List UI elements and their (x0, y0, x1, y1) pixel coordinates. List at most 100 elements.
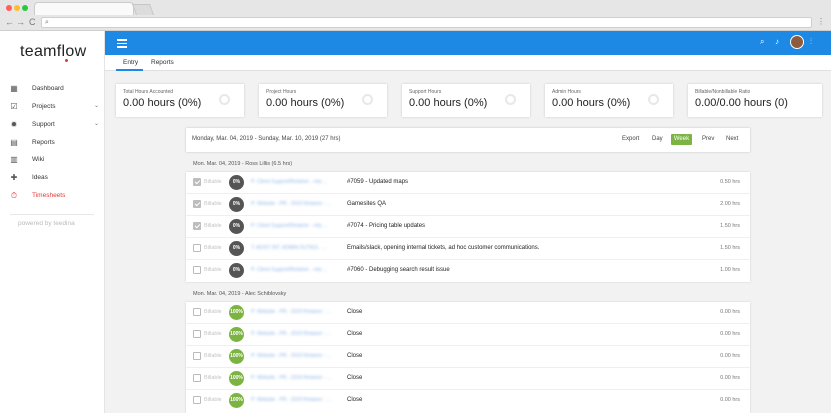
maximize-window-dot[interactable] (22, 5, 28, 11)
entry-description: Close (347, 375, 363, 381)
project-link[interactable]: P: Client Support/Retainer - rely ... (251, 267, 343, 274)
card-value: 0.00 hours (0%) (552, 97, 631, 109)
day-button[interactable]: Day (652, 136, 663, 142)
billable-checkbox[interactable] (193, 374, 201, 382)
table-row[interactable]: Billable 100% P: Website - PR - 2019 Ret… (186, 302, 750, 324)
sidebar-item-wiki[interactable]: ▥ Wiki (0, 153, 104, 167)
billable-label: Billable (204, 309, 222, 315)
card-label: Admin Hours (552, 89, 581, 95)
sidebar-item-projects[interactable]: ☑ Projects ⌄ (0, 100, 104, 114)
chevron-down-icon[interactable]: ⌄ (94, 102, 99, 109)
project-link[interactable]: P: Website - PR - 2019 Retainer - ... (251, 201, 343, 208)
progress-ring-icon (219, 94, 230, 105)
group-title: Mon. Mar. 04, 2019 - Ross Lillis (6.5 hr… (193, 161, 293, 167)
entry-description: Close (347, 397, 363, 403)
sidebar-item-label: Projects (32, 103, 56, 110)
table-row[interactable]: Billable 0% P: Client Support/Retainer -… (186, 172, 750, 194)
back-arrow-icon[interactable]: ← (5, 17, 14, 27)
close-window-dot[interactable] (6, 5, 12, 11)
sidebar-item-support[interactable]: ✹ Support ⌄ (0, 118, 104, 132)
sidebar-item-label: Reports (32, 139, 55, 146)
tab-reports[interactable]: Reports (151, 59, 174, 66)
billable-checkbox[interactable] (193, 352, 201, 360)
browser-menu-icon[interactable]: ⋮ (817, 17, 825, 26)
completion-badge: 0% (229, 219, 244, 234)
prev-button[interactable]: Prev (702, 136, 714, 142)
project-link[interactable]: T: AD/ST INT. ADMIN DUTIES - ... (251, 245, 343, 252)
entries-list: Billable 0% P: Client Support/Retainer -… (186, 172, 750, 282)
billable-label: Billable (204, 179, 222, 185)
sidebar-item-label: Support (32, 121, 55, 128)
grid-icon: ▦ (10, 84, 18, 93)
reload-icon[interactable]: C (29, 17, 36, 27)
billable-checkbox[interactable] (193, 200, 201, 208)
entries-list: Billable 100% P: Website - PR - 2019 Ret… (186, 302, 750, 413)
project-link[interactable]: P: Client Support/Retainer - rely ... (251, 223, 343, 230)
stat-card-total-hours: Total Hours Accounted 0.00 hours (0%) (116, 84, 244, 117)
sidebar-item-reports[interactable]: ▤ Reports (0, 136, 104, 150)
stat-card-admin-hours: Admin Hours 0.00 hours (0%) (545, 84, 673, 117)
sidebar: teamflow ▦ Dashboard ☑ Projects ⌄ ✹ Supp… (0, 31, 105, 413)
minimize-window-dot[interactable] (14, 5, 20, 11)
billable-label: Billable (204, 223, 222, 229)
sidebar-item-dashboard[interactable]: ▦ Dashboard (0, 82, 104, 96)
table-row[interactable]: Billable 100% P: Website - PR - 2019 Ret… (186, 324, 750, 346)
bell-icon[interactable]: ♪ (775, 37, 779, 47)
entry-description: Close (347, 331, 363, 337)
billable-checkbox[interactable] (193, 308, 201, 316)
table-row[interactable]: Billable 0% P: Client Support/Retainer -… (186, 260, 750, 282)
progress-ring-icon (505, 94, 516, 105)
billable-checkbox[interactable] (193, 178, 201, 186)
project-link[interactable]: P: Website - PR - 2019 Retainer - ... (251, 397, 343, 404)
powered-by-text[interactable]: powered by teedina (18, 220, 75, 227)
completion-badge: 100% (229, 371, 244, 386)
project-link[interactable]: P: Website - PR - 2019 Retainer - ... (251, 353, 343, 360)
entry-description: Close (347, 353, 363, 359)
project-link[interactable]: P: Website - PR - 2019 Retainer - ... (251, 331, 343, 338)
project-link[interactable]: P: Website - PR - 2019 Retainer - ... (251, 309, 343, 316)
address-bar[interactable]: ⌕ (41, 17, 812, 28)
billable-checkbox[interactable] (193, 330, 201, 338)
billable-checkbox[interactable] (193, 396, 201, 404)
group-title: Mon. Mar. 04, 2019 - Alec Schiblovsky (193, 291, 287, 297)
forward-arrow-icon[interactable]: → (16, 17, 25, 27)
browser-tab[interactable] (34, 2, 134, 15)
sidebar-item-label: Timesheets (32, 192, 66, 199)
project-link[interactable]: P: Website - PR - 2019 Retainer - ... (251, 375, 343, 382)
voice-icon[interactable]: ⫶ (810, 37, 812, 47)
logo[interactable]: teamflow (20, 43, 86, 61)
sidebar-item-ideas[interactable]: ✚ Ideas (0, 171, 104, 185)
next-button[interactable]: Next (726, 136, 738, 142)
avatar[interactable] (790, 35, 804, 49)
active-tab-indicator (116, 69, 143, 71)
entry-hours: 1.50 hrs (720, 245, 740, 251)
completion-badge: 0% (229, 263, 244, 278)
new-tab-button[interactable] (131, 4, 155, 15)
card-label: Billable/Nonbillable Ratio (695, 89, 751, 95)
table-row[interactable]: Billable 0% T: AD/ST INT. ADMIN DUTIES -… (186, 238, 750, 260)
table-row[interactable]: Billable 0% P: Client Support/Retainer -… (186, 216, 750, 238)
project-link[interactable]: P: Client Support/Retainer - rely ... (251, 179, 343, 186)
billable-checkbox[interactable] (193, 244, 201, 252)
table-row[interactable]: Billable 0% P: Website - PR - 2019 Retai… (186, 194, 750, 216)
hamburger-menu-icon[interactable] (117, 39, 127, 48)
search-icon[interactable]: ⌕ (760, 37, 764, 47)
entry-hours: 0.00 hrs (720, 375, 740, 381)
sidebar-item-timesheets[interactable]: ⏱ Timesheets (0, 189, 104, 203)
entry-hours: 0.50 hrs (720, 179, 740, 185)
completion-badge: 100% (229, 327, 244, 342)
chevron-down-icon[interactable]: ⌄ (94, 120, 99, 127)
completion-badge: 0% (229, 175, 244, 190)
browser-chrome: ← → C ⌕ ⋮ (0, 0, 831, 31)
week-button[interactable]: Week (671, 134, 692, 145)
completion-badge: 100% (229, 349, 244, 364)
tab-entry[interactable]: Entry (123, 59, 138, 66)
table-row[interactable]: Billable 100% P: Website - PR - 2019 Ret… (186, 390, 750, 412)
billable-checkbox[interactable] (193, 266, 201, 274)
table-row[interactable]: Billable 100% P: Website - PR - 2019 Ret… (186, 368, 750, 390)
entry-description: Emails/slack, opening internal tickets, … (347, 245, 540, 251)
table-row[interactable]: Billable 100% P: Website - PR - 2019 Ret… (186, 346, 750, 368)
billable-checkbox[interactable] (193, 222, 201, 230)
billable-label: Billable (204, 375, 222, 381)
export-button[interactable]: Export (622, 136, 639, 142)
